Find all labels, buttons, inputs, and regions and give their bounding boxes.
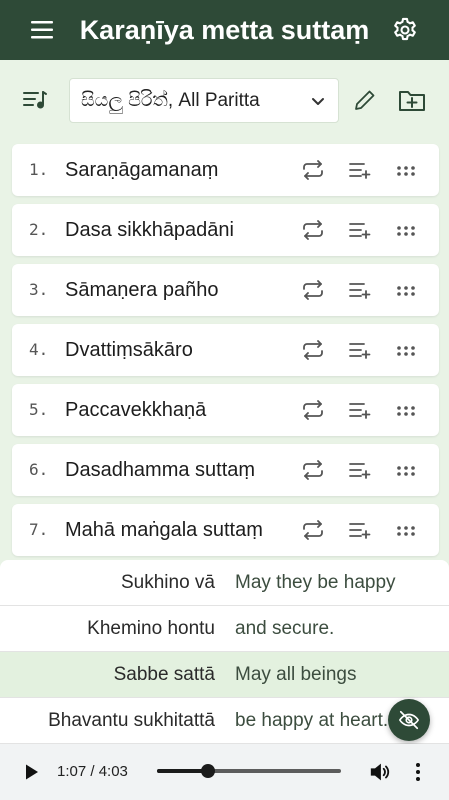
repeat-icon[interactable] (301, 340, 325, 360)
add-to-queue-icon[interactable] (349, 281, 371, 299)
drag-handle-icon[interactable] (396, 405, 416, 417)
hide-lyrics-button[interactable] (388, 699, 430, 741)
chevron-down-icon (312, 98, 324, 105)
add-to-queue-icon[interactable] (349, 461, 371, 479)
track-number: 2. (29, 220, 49, 239)
add-to-queue-icon[interactable] (349, 521, 371, 539)
track-name: Dasadhamma suttaṃ (65, 459, 256, 481)
volume-icon[interactable] (369, 761, 391, 783)
track-row[interactable]: 1. Saraṇāgamanaṃ (12, 144, 439, 196)
lyric-english: May they be happy (235, 572, 396, 593)
track-row[interactable]: 4. Dvattiṃsākāro (12, 324, 439, 376)
track-name: Paccavekkhaṇā (65, 399, 207, 421)
drag-handle-icon[interactable] (396, 225, 416, 237)
drag-handle-icon[interactable] (396, 525, 416, 537)
track-number: 5. (29, 400, 49, 419)
repeat-icon[interactable] (301, 520, 325, 540)
lyric-line[interactable]: Bhavantu sukhitattā be happy at heart. (0, 698, 449, 744)
track-number: 4. (29, 340, 49, 359)
drag-handle-icon[interactable] (396, 465, 416, 477)
track-name: Dvattiṃsākāro (65, 339, 193, 361)
repeat-icon[interactable] (301, 160, 325, 180)
audio-player: 1:07 / 4:03 (0, 744, 449, 800)
repeat-icon[interactable] (301, 400, 325, 420)
track-row[interactable]: 3. Sāmaṇera pañho (12, 264, 439, 316)
page-title: Karaṇīya metta suttaṃ (79, 15, 370, 45)
pencil-icon[interactable] (353, 88, 377, 112)
add-to-queue-icon[interactable] (349, 401, 371, 419)
lyric-english: May all beings (235, 664, 357, 685)
lyric-pali: Sukhino vā (120, 572, 215, 593)
lyric-pali: Khemino hontu (87, 618, 215, 639)
playback-time: 1:07 / 4:03 (57, 763, 128, 780)
folder-add-icon[interactable] (398, 87, 426, 113)
repeat-icon[interactable] (301, 280, 325, 300)
track-number: 1. (29, 160, 49, 179)
track-row[interactable]: 2. Dasa sikkhāpadāni (12, 204, 439, 256)
gear-icon[interactable] (391, 16, 419, 44)
lyric-english: be happy at heart. (235, 710, 389, 731)
track-number: 6. (29, 460, 49, 479)
repeat-icon[interactable] (301, 220, 325, 240)
lyric-line[interactable]: Sukhino vā May they be happy (0, 560, 449, 606)
lyric-pali: Bhavantu sukhitattā (48, 710, 215, 731)
lyric-english: and secure. (235, 618, 335, 639)
track-number: 3. (29, 280, 49, 299)
track-name: Saraṇāgamanaṃ (65, 159, 219, 181)
more-vertical-icon[interactable] (410, 761, 426, 783)
lyric-pali: Sabbe sattā (113, 664, 215, 685)
track-row[interactable]: 7. Mahā maṅgala suttaṃ (12, 504, 439, 556)
track-row[interactable]: 6. Dasadhamma suttaṃ (12, 444, 439, 496)
lyric-line[interactable]: Khemino hontu and secure. (0, 606, 449, 652)
track-name: Sāmaṇera pañho (65, 279, 219, 301)
lyric-line-current[interactable]: Sabbe sattā May all beings (0, 652, 449, 698)
app-header: Karaṇīya metta suttaṃ (0, 0, 449, 60)
add-to-queue-icon[interactable] (349, 161, 371, 179)
track-name: Mahā maṅgala suttaṃ (65, 519, 263, 541)
drag-handle-icon[interactable] (396, 345, 416, 357)
repeat-icon[interactable] (301, 460, 325, 480)
seek-thumb[interactable] (200, 764, 215, 778)
collection-select[interactable]: සියලු පිරිත්, All Paritta (69, 78, 339, 123)
seek-slider[interactable] (157, 764, 341, 778)
play-icon[interactable] (24, 763, 40, 781)
track-name: Dasa sikkhāpadāni (65, 219, 234, 241)
drag-handle-icon[interactable] (396, 285, 416, 297)
playlist-music-icon[interactable] (22, 88, 48, 112)
drag-handle-icon[interactable] (396, 165, 416, 177)
collection-select-value: සියලු පිරිත්, All Paritta (81, 90, 260, 111)
add-to-queue-icon[interactable] (349, 221, 371, 239)
track-row[interactable]: 5. Paccavekkhaṇā (12, 384, 439, 436)
eye-off-icon (399, 710, 419, 730)
lyrics-panel[interactable]: Sukhino vā May they be happy Khemino hon… (0, 560, 449, 744)
track-number: 7. (29, 520, 49, 539)
add-to-queue-icon[interactable] (349, 341, 371, 359)
